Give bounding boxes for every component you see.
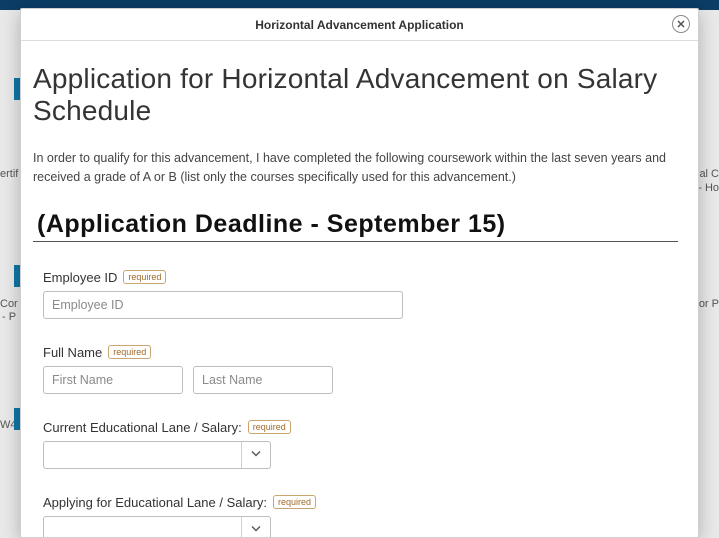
current-lane-label-row: Current Educational Lane / Salary: requi… [43, 420, 678, 435]
name-inputs-row [43, 366, 678, 394]
select-divider [241, 442, 242, 468]
modal-body-wrap: Application for Horizontal Advancement o… [21, 41, 698, 537]
applying-lane-select[interactable] [43, 516, 271, 537]
bg-text: - P [2, 311, 16, 323]
first-name-input[interactable] [43, 366, 183, 394]
bg-text: ertif [0, 168, 18, 180]
full-name-label-row: Full Name required [43, 345, 678, 360]
deadline-heading: (Application Deadline - September 15) [33, 210, 678, 242]
bg-text: al C [699, 168, 719, 180]
applying-lane-label-row: Applying for Educational Lane / Salary: … [43, 495, 678, 510]
field-full-name: Full Name required [43, 345, 678, 394]
close-button[interactable]: ✕ [672, 15, 690, 33]
bg-text: or P [699, 298, 719, 310]
intro-text: In order to qualify for this advancement… [33, 149, 678, 185]
field-applying-lane: Applying for Educational Lane / Salary: … [43, 495, 678, 537]
employee-id-label-row: Employee ID required [43, 270, 678, 285]
required-pill: required [108, 345, 151, 359]
current-lane-select[interactable] [43, 441, 271, 469]
chevron-down-icon [250, 447, 262, 462]
current-lane-label: Current Educational Lane / Salary: [43, 420, 242, 435]
chevron-down-icon [250, 522, 262, 537]
employee-id-input[interactable] [43, 291, 403, 319]
applying-lane-label: Applying for Educational Lane / Salary: [43, 495, 267, 510]
required-pill: required [273, 495, 316, 509]
modal-title: Horizontal Advancement Application [255, 18, 463, 32]
field-current-lane: Current Educational Lane / Salary: requi… [43, 420, 678, 469]
page-title: Application for Horizontal Advancement o… [33, 63, 678, 127]
modal-body[interactable]: Application for Horizontal Advancement o… [21, 41, 698, 537]
select-divider [241, 517, 242, 537]
close-icon: ✕ [676, 18, 685, 31]
required-pill: required [123, 270, 166, 284]
required-pill: required [248, 420, 291, 434]
bg-text: - Ho [698, 182, 719, 194]
modal-dialog: Horizontal Advancement Application ✕ App… [20, 8, 699, 538]
full-name-label: Full Name [43, 345, 102, 360]
modal-header: Horizontal Advancement Application ✕ [21, 9, 698, 41]
last-name-input[interactable] [193, 366, 333, 394]
bg-text: Cor [0, 298, 18, 310]
employee-id-label: Employee ID [43, 270, 117, 285]
field-employee-id: Employee ID required [43, 270, 678, 319]
